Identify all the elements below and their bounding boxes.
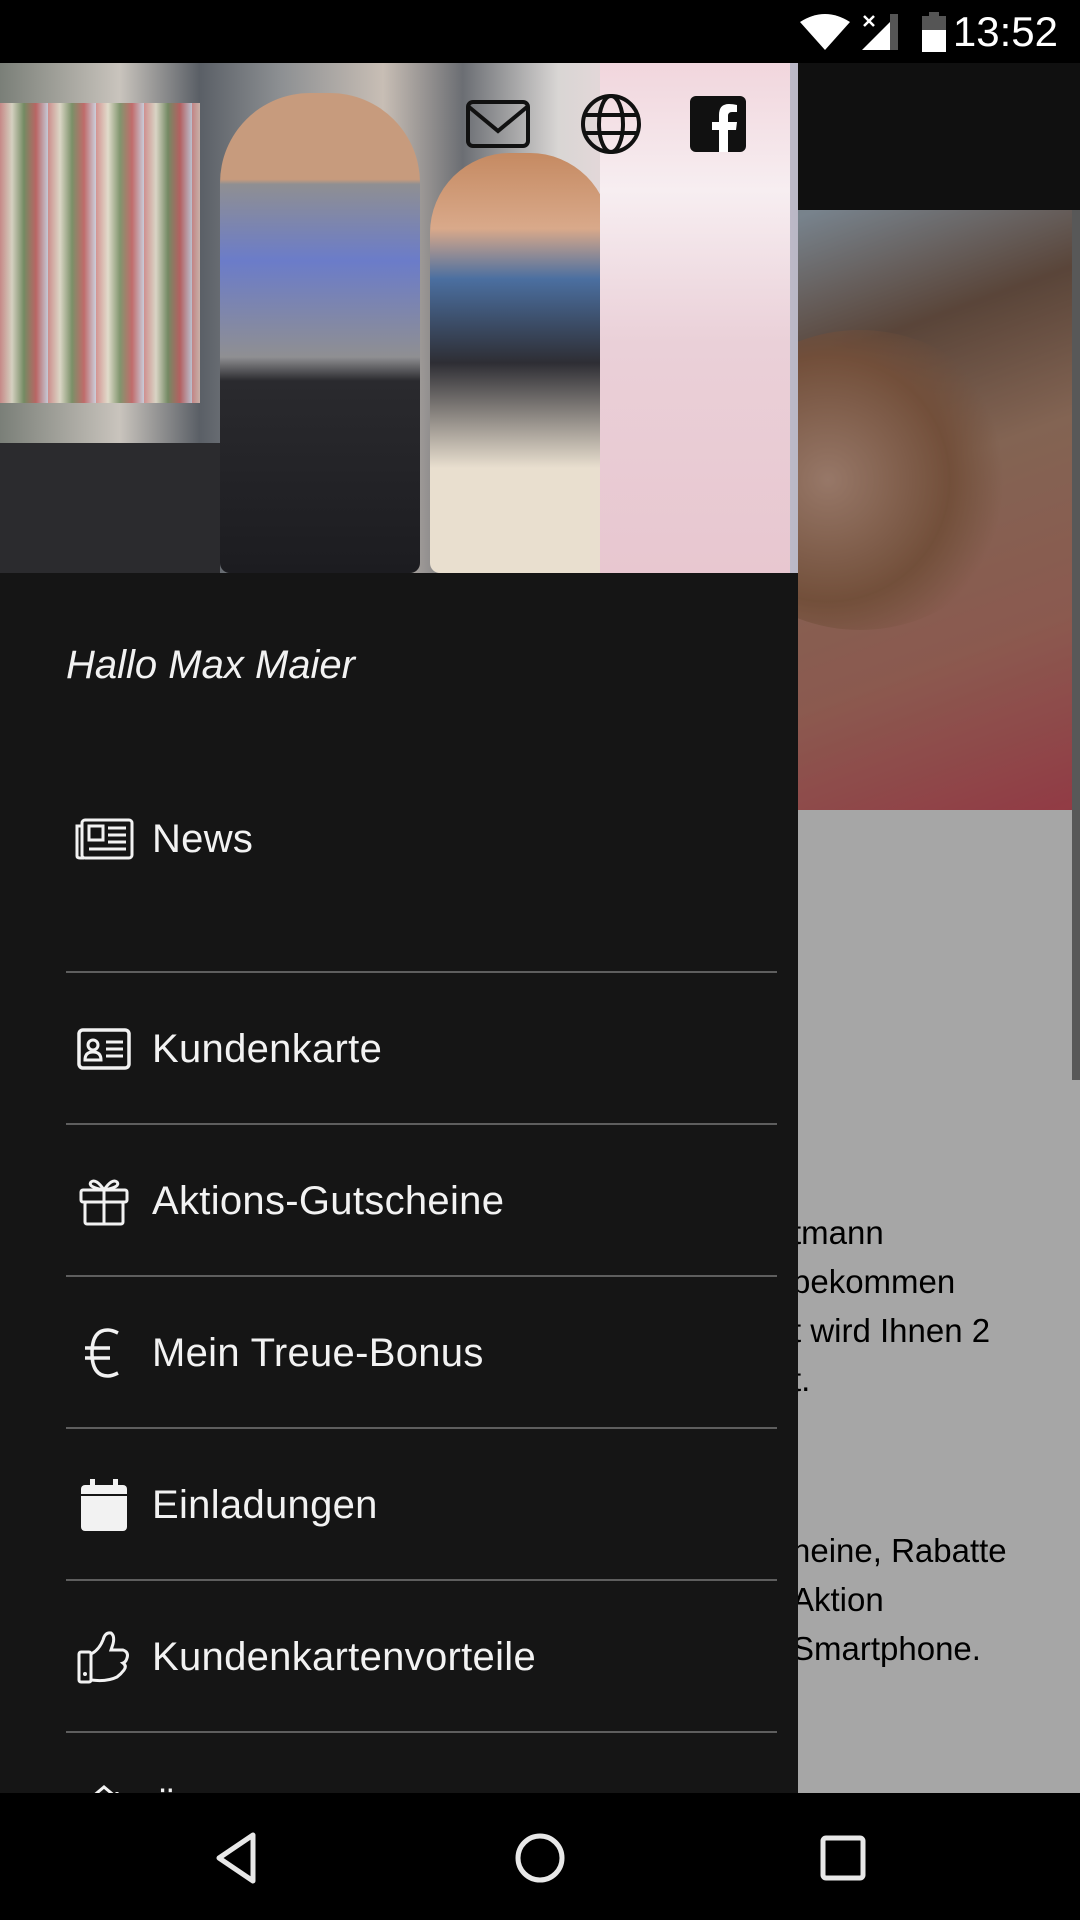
home-icon: [72, 1777, 136, 1793]
battery-half-icon: [922, 12, 946, 52]
signal-no-data-icon: [862, 14, 898, 50]
mail-icon: [466, 100, 530, 148]
menu-item-label: Aktions-Gutscheine: [152, 1178, 505, 1223]
menu-item-label: News: [152, 816, 254, 861]
newspaper-icon: [72, 807, 136, 871]
euro-icon: [72, 1321, 136, 1385]
status-bar: 13:52: [0, 0, 1080, 63]
menu-item-aktions-gutscheine[interactable]: Aktions-Gutscheine: [66, 1125, 777, 1277]
drawer-header-image: [0, 63, 798, 573]
thumbs-up-icon: [72, 1625, 136, 1689]
mail-button[interactable]: [463, 89, 533, 159]
photo-figure-man: [220, 93, 420, 573]
menu-item-kundenkartenvorteile[interactable]: Kundenkartenvorteile: [66, 1581, 777, 1733]
greeting: Hallo Max Maier: [66, 643, 355, 687]
navigation-drawer: Hallo Max Maier News Kundenkarte Aktions…: [0, 63, 798, 1793]
website-button[interactable]: [578, 89, 644, 159]
photo-figure-woman: [430, 153, 610, 573]
menu-item-kundenkarte[interactable]: Kundenkarte: [66, 973, 777, 1125]
wifi-icon: [800, 14, 850, 50]
menu-item-label: Kundenkartenvorteile: [152, 1634, 537, 1679]
home-button[interactable]: [505, 1823, 575, 1893]
menu-item-einladungen[interactable]: Einladungen: [66, 1429, 777, 1581]
menu-item-treue-bonus[interactable]: Mein Treue-Bonus: [66, 1277, 777, 1429]
globe-icon: [581, 94, 641, 154]
facebook-icon: [690, 96, 746, 152]
menu-item-label: Kundenkarte: [152, 1026, 383, 1071]
recents-icon: [820, 1835, 866, 1881]
facebook-button[interactable]: [688, 89, 748, 159]
menu-item-label: Einladungen: [152, 1482, 378, 1527]
gift-icon: [72, 1169, 136, 1233]
clock: 13:52: [952, 8, 1058, 55]
system-nav-bar: [0, 1793, 1080, 1920]
id-card-icon: [72, 1017, 136, 1081]
recents-button[interactable]: [808, 1823, 878, 1893]
menu-item-ueber-uns[interactable]: Über uns: [66, 1733, 777, 1793]
back-button[interactable]: [201, 1823, 271, 1893]
clothing-rack: [0, 103, 200, 403]
menu-item-label: Mein Treue-Bonus: [152, 1330, 484, 1375]
back-icon: [216, 1832, 256, 1884]
display-table: [0, 443, 220, 573]
calendar-icon: [72, 1473, 136, 1537]
home-circle-icon: [515, 1833, 565, 1883]
menu-item-news[interactable]: News: [66, 763, 777, 915]
